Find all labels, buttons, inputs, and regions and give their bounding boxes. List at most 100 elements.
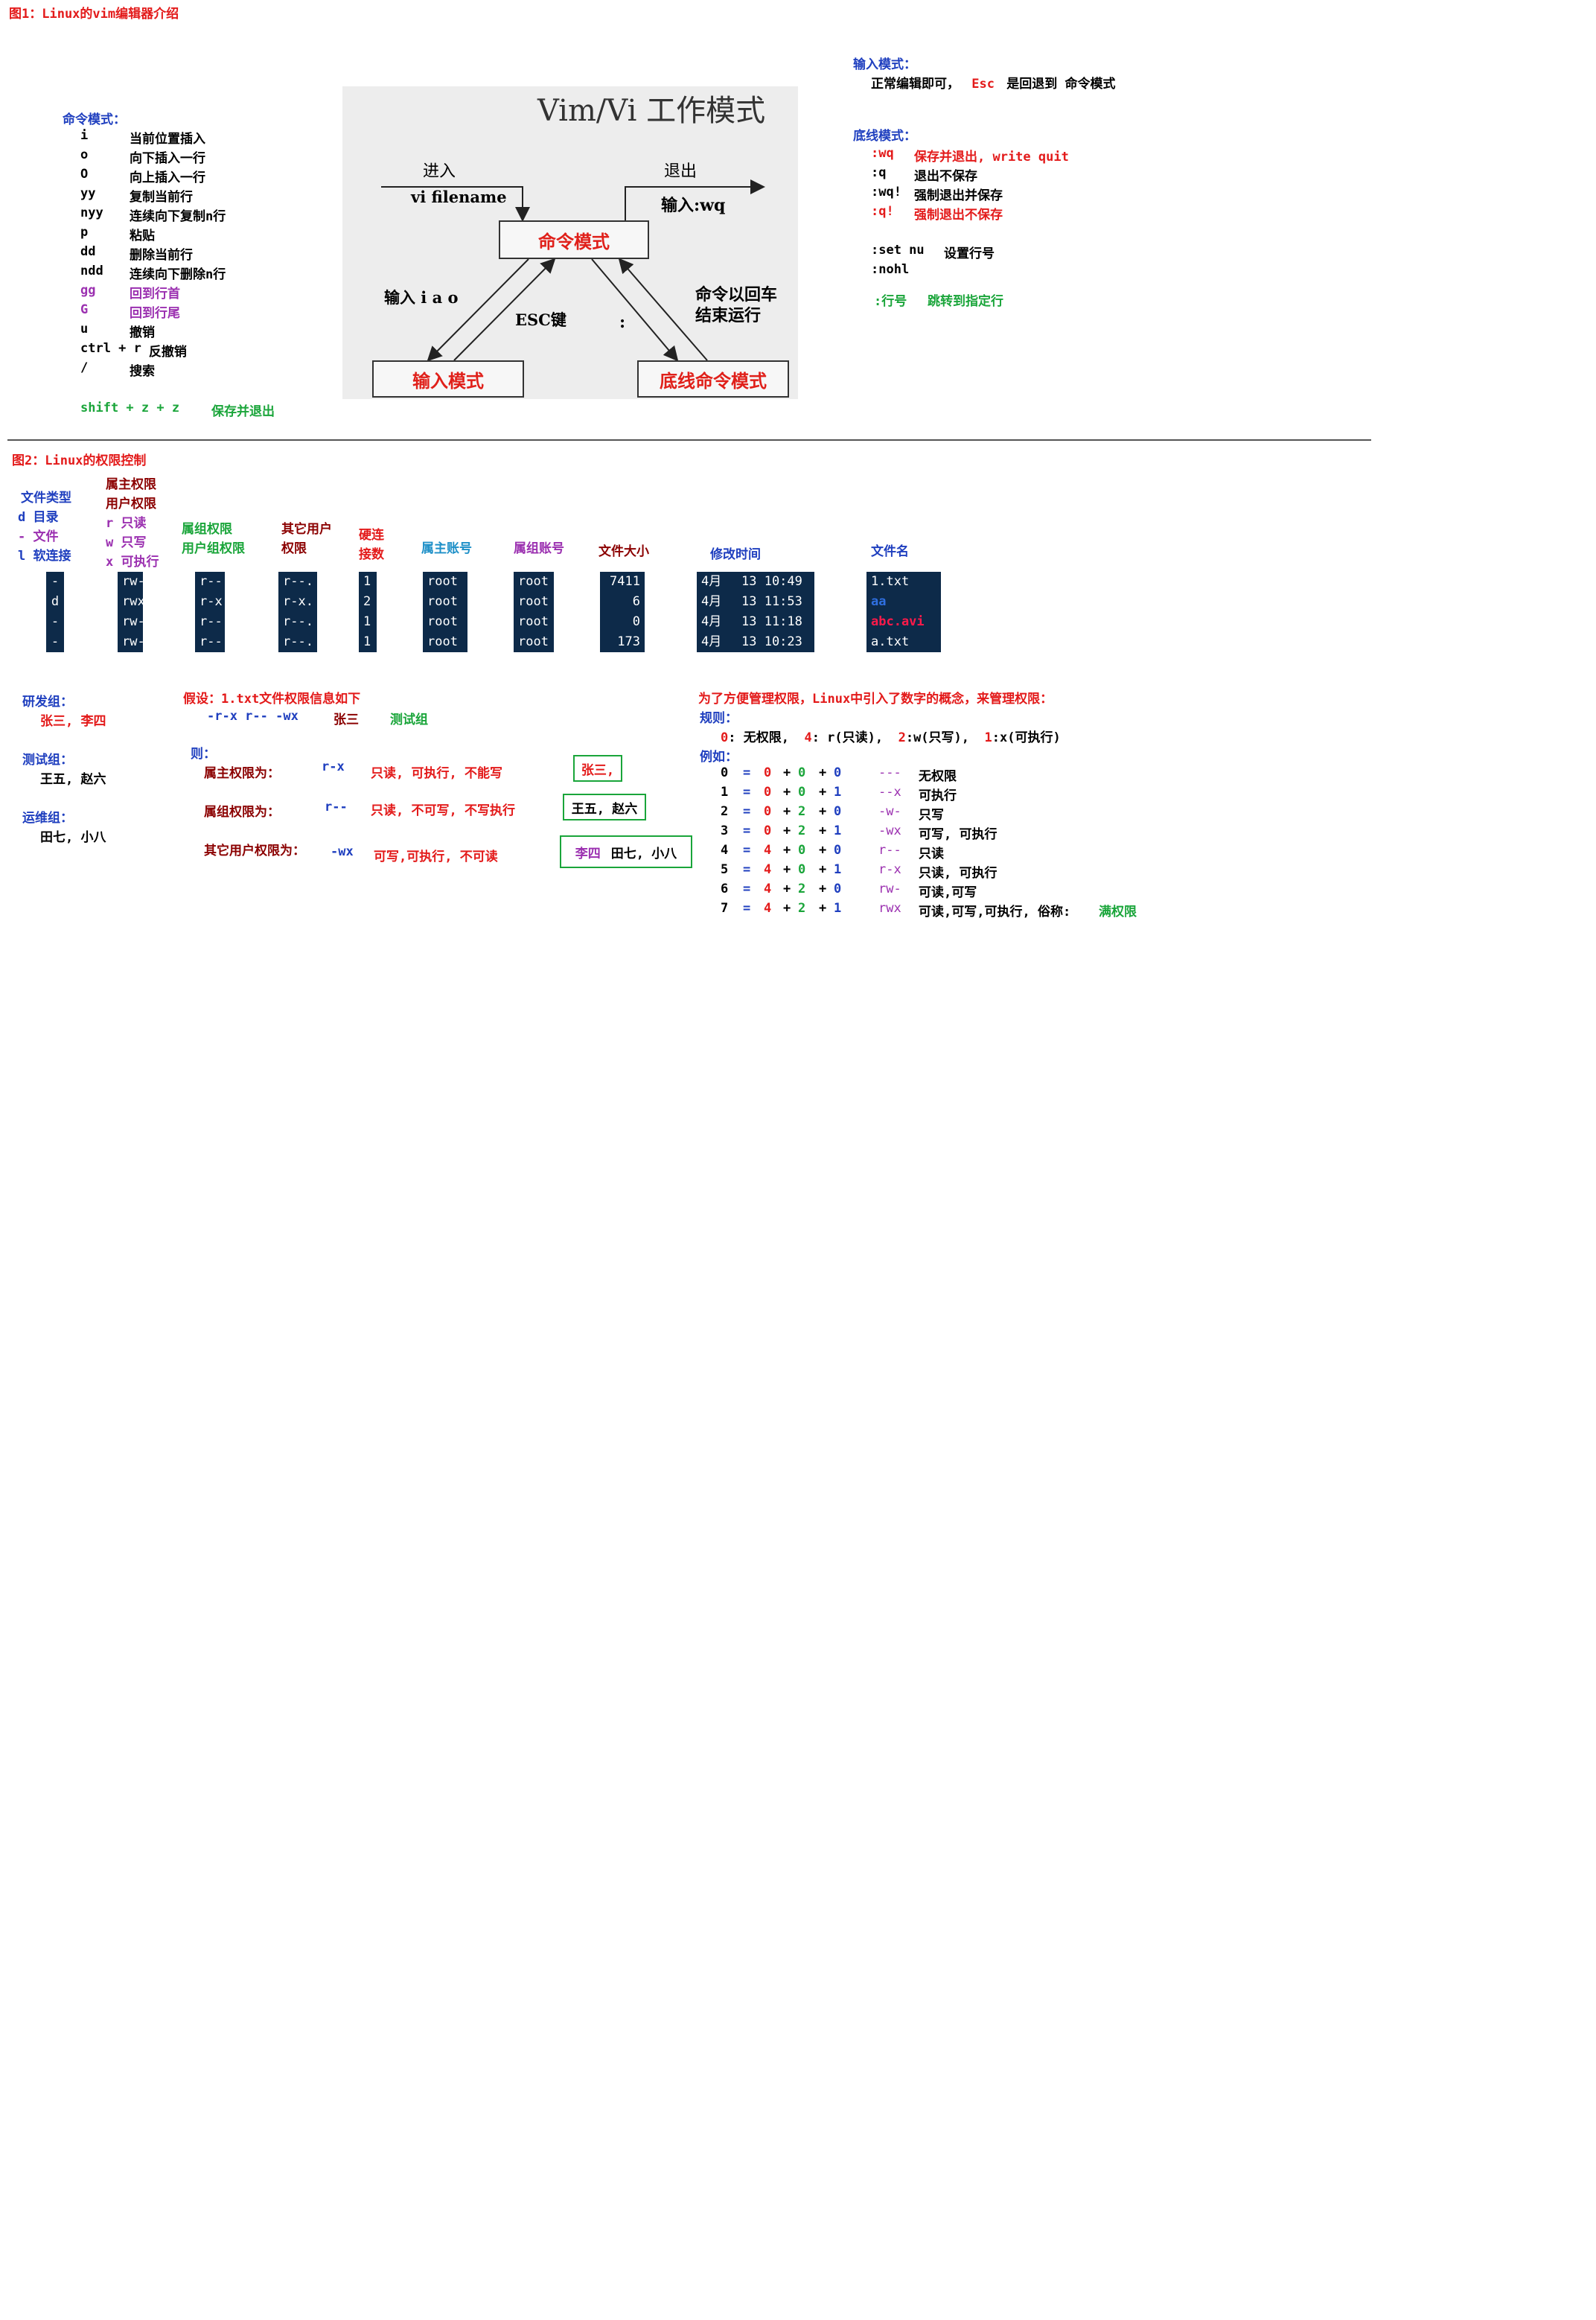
rule-number: 2 bbox=[898, 730, 906, 745]
wq-force-key: :wq! bbox=[871, 185, 901, 200]
numeric-a: 0 bbox=[764, 785, 772, 800]
numeric-operator: + bbox=[819, 843, 827, 858]
command-key: G bbox=[80, 302, 89, 317]
wq-force-desc: 强制退出并保存 bbox=[914, 188, 1003, 203]
ls-cell-type: - bbox=[51, 614, 60, 629]
owner-perm-desc: 只读, 可执行, 不能写 bbox=[371, 766, 502, 781]
diagram-exit: 退出 bbox=[664, 162, 698, 181]
other-box-b: 田七, 小八 bbox=[610, 846, 677, 861]
numeric-operator: + bbox=[819, 882, 827, 896]
ls-cell-links: 1 bbox=[363, 634, 371, 649]
diagram-esc: ESC键 bbox=[515, 310, 566, 329]
ls-cell-size: 0 bbox=[632, 614, 640, 629]
ls-cell-grp: root bbox=[518, 614, 549, 629]
numeric-a: 4 bbox=[764, 901, 772, 916]
hdr-type-f: - 文件 bbox=[18, 529, 59, 544]
command-item: dd 删除当前行 bbox=[80, 244, 193, 263]
command-key: p bbox=[80, 225, 89, 240]
ls-cell-month: 4月 bbox=[701, 614, 722, 629]
numeric-v: 6 bbox=[721, 882, 729, 896]
ls-cell-group: r-- bbox=[200, 574, 223, 589]
ls-cell-links: 1 bbox=[363, 614, 371, 629]
ls-cell-other: r--. bbox=[283, 634, 313, 649]
command-item: ndd 连续向下删除n行 bbox=[80, 264, 226, 282]
ls-column-other: r--. r-x. r--. r--. bbox=[278, 572, 317, 652]
numeric-a: 0 bbox=[764, 823, 772, 838]
numeric-v: 4 bbox=[721, 843, 729, 858]
numeric-c: 1 bbox=[834, 785, 842, 800]
group-perm-label: 属组权限为： bbox=[204, 805, 280, 820]
rule-number: 1 bbox=[984, 730, 992, 745]
command-key: ndd bbox=[80, 264, 103, 278]
numeric-desc: 只写 bbox=[919, 808, 944, 823]
wq-desc: 保存并退出, write quit bbox=[914, 150, 1069, 165]
ls-cell-owner: rw- bbox=[122, 614, 145, 629]
command-desc: 当前位置插入 bbox=[130, 132, 205, 147]
example-assume: 假设：1.txt文件权限信息如下 bbox=[183, 692, 361, 707]
lastline-mode-box: 底线命令模式 bbox=[637, 360, 789, 398]
command-desc: 粘贴 bbox=[130, 229, 155, 243]
command-desc: 回到行首 bbox=[130, 287, 180, 302]
input-mode-heading: 输入模式： bbox=[853, 57, 916, 72]
command-item: yy 复制当前行 bbox=[80, 186, 193, 205]
dev-group-label: 研发组： bbox=[22, 695, 73, 710]
q-force-desc: 强制退出不保存 bbox=[914, 208, 1003, 223]
insert-mode-box: 输入模式 bbox=[372, 360, 524, 398]
numeric-v: 2 bbox=[721, 804, 729, 819]
numeric-desc: 可读,可写,可执行, 俗称: bbox=[919, 905, 1071, 920]
numeric-example-label: 例如： bbox=[700, 750, 738, 765]
numeric-perm: rw- bbox=[878, 882, 901, 896]
input-mode-desc: 正常编辑即可， Esc 是回退到 命令模式 bbox=[871, 73, 1115, 92]
numeric-v: 3 bbox=[721, 823, 729, 838]
ls-cell-month: 4月 bbox=[701, 634, 722, 649]
hdr-group-perm-2: 用户组权限 bbox=[182, 541, 245, 556]
hdr-filename: 文件名 bbox=[871, 544, 909, 559]
hdr-mtime: 修改时间 bbox=[710, 547, 761, 562]
numeric-rule-line: 0: 无权限, 4: r(只读), 2:w(只写), 1:x(可执行) bbox=[721, 727, 1061, 745]
numeric-perm: --x bbox=[878, 785, 901, 800]
ls-column-grp: root root root root bbox=[514, 572, 554, 652]
numeric-perm: -wx bbox=[878, 823, 901, 838]
ls-column-month: 4月 4月 4月 4月 bbox=[697, 572, 722, 652]
numeric-operator: + bbox=[783, 765, 791, 780]
other-perm-desc: 可写,可执行, 不可读 bbox=[374, 850, 498, 864]
numeric-a: 4 bbox=[764, 843, 772, 858]
other-perm-box: 李四 田七, 小八 bbox=[560, 835, 692, 868]
numeric-c: 0 bbox=[834, 804, 842, 819]
dev-group-members: 张三, 李四 bbox=[40, 714, 106, 729]
diagram-title: Vim/Vi 工作模式 bbox=[537, 94, 766, 128]
numeric-operator: + bbox=[783, 823, 791, 838]
command-key: dd bbox=[80, 244, 96, 259]
shift-zz-desc: 保存并退出 bbox=[211, 404, 275, 419]
diagram-vi-filename: vi filename bbox=[411, 188, 507, 206]
example-then: 则： bbox=[191, 747, 216, 762]
numeric-desc: 可写, 可执行 bbox=[919, 827, 998, 842]
other-box-a: 李四 bbox=[575, 846, 601, 861]
numeric-c: 0 bbox=[834, 843, 842, 858]
other-perm-value: -wx bbox=[331, 844, 354, 859]
numeric-intro: 为了方便管理权限，Linux中引入了数字的概念，来管理权限： bbox=[698, 692, 1053, 707]
command-mode-box: 命令模式 bbox=[499, 220, 649, 259]
rule-text: : 无权限, bbox=[728, 730, 805, 745]
ls-column-owner: rw-rwx rw-rw- bbox=[118, 572, 145, 652]
other-perm-label: 其它用户权限为： bbox=[204, 844, 305, 858]
command-desc: 连续向下删除n行 bbox=[130, 267, 226, 282]
numeric-v: 5 bbox=[721, 862, 729, 877]
numeric-operator: + bbox=[783, 785, 791, 800]
ls-cell-user: root bbox=[427, 594, 458, 609]
command-item: / 搜索 bbox=[80, 360, 155, 379]
command-mode-heading: 命令模式： bbox=[63, 112, 126, 127]
numeric-a: 4 bbox=[764, 882, 772, 896]
hdr-group-acct: 属组账号 bbox=[514, 541, 564, 556]
command-item: O 向上插入一行 bbox=[80, 167, 205, 185]
numeric-b: 2 bbox=[798, 882, 806, 896]
numeric-operator: + bbox=[783, 843, 791, 858]
ls-cell-type: d bbox=[51, 594, 60, 609]
ls-cell-time: 13 11:18 bbox=[741, 614, 802, 629]
numeric-desc: 只读, 可执行 bbox=[919, 866, 998, 881]
group-perm-value: r-- bbox=[325, 800, 348, 815]
shift-zz-key: shift + z + z bbox=[80, 401, 180, 415]
hdr-type-d: d 目录 bbox=[18, 510, 59, 525]
ls-cell-other: r-x. bbox=[283, 594, 313, 609]
ls-cell-name: abc.avi bbox=[871, 614, 925, 629]
